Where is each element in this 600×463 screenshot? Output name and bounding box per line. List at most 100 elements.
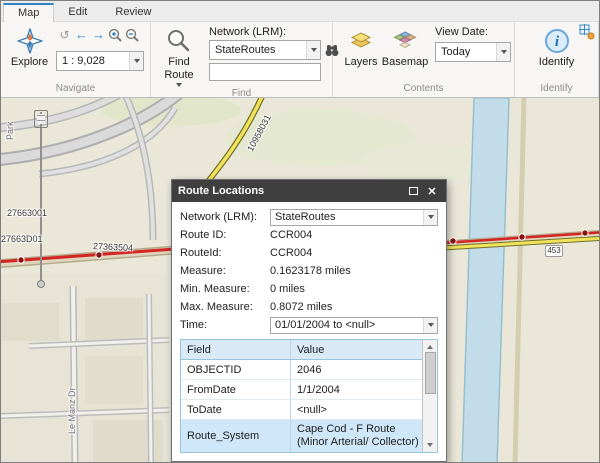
time-value: 01/01/2004 to <null>: [275, 319, 376, 331]
attributes-table: Field Value OBJECTID 2046 FromDate 1/1/2…: [180, 339, 438, 453]
field-label: Route ID:: [180, 229, 227, 241]
map-scale-value: 1 : 9,028: [62, 55, 105, 67]
group-contents: Layers Basemap View Date: Today Contents: [333, 22, 515, 97]
field-label: Min. Measure:: [180, 283, 250, 295]
identify-button[interactable]: i Identify: [535, 25, 579, 82]
network-lrm-dropdown[interactable]: StateRoutes: [209, 40, 321, 60]
basemap-icon: [393, 27, 417, 55]
group-identify: i Identify Identify: [515, 22, 599, 97]
route-id-label: 27663D01: [1, 234, 43, 244]
explore-button[interactable]: Explore: [7, 25, 52, 82]
chevron-down-icon: [427, 323, 434, 327]
field-label: Measure:: [180, 265, 226, 277]
ribbon: Map Edit Review Explore ↺ ← → 1: 9,028 …: [1, 1, 599, 99]
scroll-up-icon[interactable]: [427, 345, 433, 349]
dialog-body: Network (LRM): StateRoutes Route ID: CCR…: [172, 202, 446, 461]
contents-group-label: Contents: [403, 83, 444, 94]
group-find: Find Route Network (LRM): StateRoutes Fi…: [151, 22, 339, 99]
maximize-button[interactable]: [405, 180, 421, 202]
network-lrm-value: StateRoutes: [215, 44, 276, 56]
tab-review[interactable]: Review: [101, 3, 165, 21]
chevron-down-icon: [500, 50, 507, 54]
route-id-label: 27363504: [92, 240, 134, 254]
chevron-down-icon: [133, 59, 140, 63]
zoom-in-icon: [108, 28, 122, 42]
min-measure-value: 0 miles: [270, 283, 305, 295]
ribbon-tabbar: Map Edit Review: [1, 1, 599, 22]
scrollbar-thumb[interactable]: [424, 352, 436, 394]
identify-group-label: Identify: [540, 83, 573, 94]
layers-label: Layers: [344, 56, 378, 68]
field-cell: OBJECTID: [181, 360, 291, 379]
view-date-value: Today: [441, 46, 471, 58]
previous-extent-button[interactable]: ↺: [56, 26, 73, 44]
zoom-in-button[interactable]: [107, 28, 124, 43]
identify-label: Identify: [538, 56, 575, 68]
column-header-value: Value: [297, 343, 325, 356]
basemap-label: Basemap: [381, 56, 429, 68]
table-header: Field Value: [181, 340, 422, 360]
view-date-dropdown-button[interactable]: [496, 43, 510, 61]
scale-dropdown-button[interactable]: [129, 52, 143, 70]
group-navigate: Explore ↺ ← → 1: 9,028 Navigate: [1, 22, 151, 97]
route-id-label: 27663001: [7, 208, 48, 218]
column-header-field: Field: [181, 340, 291, 359]
map-slider-handle[interactable]: [34, 110, 48, 128]
network-dropdown-button[interactable]: [306, 41, 320, 59]
tab-map[interactable]: Map: [3, 3, 55, 22]
value-cell: <null>: [297, 403, 327, 416]
street-name-label: Park: [5, 121, 15, 140]
explore-label: Explore: [10, 56, 49, 68]
map-scale-combo[interactable]: 1 : 9,028: [56, 51, 144, 71]
street-name-label: Le Manz Dr: [67, 387, 77, 434]
dialog-titlebar[interactable]: Route Locations ✕: [172, 180, 446, 202]
network-lrm-label: Network (LRM):: [209, 26, 287, 38]
magnifier-icon: [166, 27, 192, 55]
basemap-button[interactable]: Basemap: [381, 25, 429, 82]
dialog-title: Route Locations: [178, 185, 265, 197]
value-cell: 1/1/2004: [297, 383, 340, 396]
find-route-label: Find Route: [164, 56, 194, 81]
time-dropdown[interactable]: 01/01/2004 to <null>: [270, 316, 438, 334]
zoom-out-button[interactable]: [124, 28, 141, 43]
layers-button[interactable]: Layers: [339, 25, 383, 82]
back-extent-button[interactable]: ←: [73, 26, 90, 44]
table-scrollbar[interactable]: [422, 340, 437, 452]
find-route-button[interactable]: Find Route: [157, 25, 201, 88]
max-measure-value: 0.8072 miles: [270, 301, 333, 313]
field-cell: ToDate: [181, 400, 291, 419]
table-row[interactable]: FromDate 1/1/2004: [181, 380, 422, 400]
network-lrm-dialog-dropdown[interactable]: StateRoutes: [270, 208, 438, 226]
tab-edit[interactable]: Edit: [54, 3, 101, 21]
table-row[interactable]: ToDate <null>: [181, 400, 422, 420]
navigate-group-label: Navigate: [55, 83, 96, 94]
value-cell: 2046: [297, 363, 322, 376]
forward-extent-button[interactable]: →: [90, 26, 107, 44]
table-row-selected[interactable]: Route_System Cape Cod - F Route (Minor A…: [181, 420, 422, 452]
dropdown-button[interactable]: [423, 317, 437, 333]
route-value-input[interactable]: [209, 63, 321, 81]
field-label: Max. Measure:: [180, 301, 253, 313]
value-cell: Cape Cod - F Route (Minor Arterial/ Coll…: [297, 422, 419, 448]
dropdown-button[interactable]: [423, 209, 437, 225]
chevron-down-icon: [310, 48, 317, 52]
field-cell: Route_System: [181, 420, 291, 452]
view-date-label: View Date:: [435, 26, 488, 38]
view-date-dropdown[interactable]: Today: [435, 42, 511, 62]
identify-info-icon: i: [544, 27, 570, 55]
route-locations-dialog: Route Locations ✕ Network (LRM): StateRo…: [171, 179, 447, 462]
route-shield: 453: [545, 245, 563, 257]
table-row[interactable]: OBJECTID 2046: [181, 360, 422, 380]
ribbon-body: Explore ↺ ← → 1: 9,028 Navigate Find Ro…: [1, 22, 599, 99]
field-label: RouteId:: [180, 247, 222, 259]
scroll-down-icon[interactable]: [427, 443, 433, 447]
identify-cursor-button[interactable]: [579, 24, 595, 43]
maximize-icon: [408, 187, 418, 195]
close-button[interactable]: ✕: [424, 180, 440, 202]
identify-cursor-icon: [579, 24, 595, 40]
routeid-value: CCR004: [270, 247, 313, 259]
route-id-value: CCR004: [270, 229, 313, 241]
application-window: Map Edit Review Explore ↺ ← → 1: 9,028 …: [0, 0, 600, 463]
explore-compass-icon: [16, 27, 43, 55]
field-cell: FromDate: [181, 380, 291, 399]
